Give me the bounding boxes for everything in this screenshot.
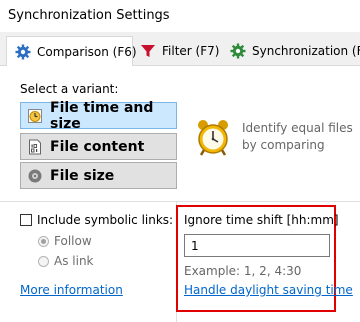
ignore-time-shift-label: Ignore time shift [hh:mm] — [184, 213, 339, 227]
variant-label: Select a variant: — [20, 82, 119, 96]
variant-label-text: File size — [50, 167, 115, 184]
time-shift-example: Example: 1, 2, 4:30 — [184, 264, 302, 278]
variant-file-size-button[interactable]: File size — [20, 162, 177, 189]
variant-description: Identify equal files by comparing modifi… — [242, 121, 353, 152]
as-link-label: As link — [54, 254, 94, 268]
follow-option[interactable]: Follow — [38, 234, 92, 248]
include-symlinks-option[interactable]: Include symbolic links: — [20, 213, 173, 227]
variant-file-time-and-size-button[interactable]: File time and size — [20, 99, 177, 132]
tab-label: Filter (F7) — [162, 44, 220, 58]
include-symlinks-label: Include symbolic links: — [37, 213, 174, 227]
handle-dst-link[interactable]: Handle daylight saving time — [184, 283, 353, 297]
alarm-clock-icon — [196, 118, 230, 156]
as-link-option[interactable]: As link — [38, 254, 94, 268]
tab-bar: Comparison (F6) Filter (F7) Synchronizat… — [0, 32, 360, 66]
funnel-icon — [140, 43, 156, 59]
variant-file-content-button[interactable]: File content — [20, 133, 177, 160]
ignore-time-shift-input[interactable] — [184, 234, 330, 257]
gear-icon — [230, 43, 246, 59]
as-link-radio[interactable] — [38, 255, 49, 267]
window-title: Synchronization Settings — [8, 8, 170, 23]
comparison-panel: Select a variant: File time and size Fil… — [0, 65, 360, 322]
tab-comparison[interactable]: Comparison (F6) — [6, 36, 137, 66]
tab-label: Comparison (F6) — [37, 44, 137, 59]
clock-icon — [27, 108, 43, 124]
title-bar: Synchronization Settings — [0, 0, 360, 32]
tab-filter[interactable]: Filter (F7) — [140, 38, 219, 64]
disk-icon — [27, 168, 43, 184]
variant-label-text: File content — [50, 138, 145, 155]
tab-synchronization[interactable]: Synchronization (F8) — [230, 38, 360, 64]
follow-label: Follow — [54, 234, 92, 248]
follow-radio[interactable] — [38, 235, 49, 247]
include-symlinks-checkbox[interactable] — [20, 214, 32, 226]
binary-file-icon — [27, 139, 43, 155]
divider — [0, 201, 360, 202]
tab-label: Synchronization (F8) — [252, 44, 360, 58]
variant-label-text: File time and size — [50, 99, 154, 132]
gear-icon — [15, 44, 31, 60]
more-information-link[interactable]: More information — [20, 283, 123, 297]
